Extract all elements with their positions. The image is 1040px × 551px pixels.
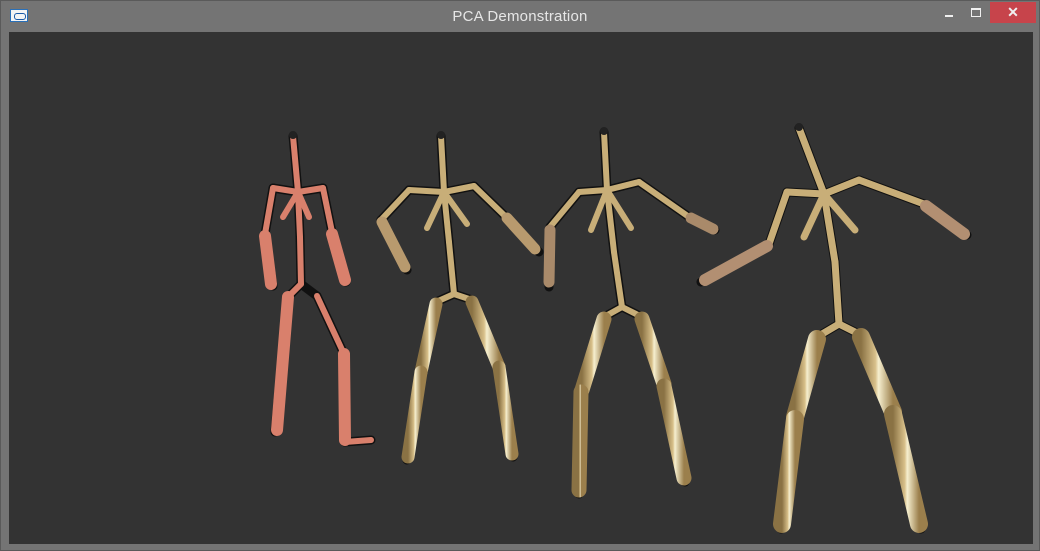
skeleton-scene bbox=[259, 123, 972, 534]
maximize-button[interactable] bbox=[963, 2, 989, 23]
skeleton-figure-2 bbox=[376, 131, 544, 465]
skeleton-figure-3 bbox=[543, 127, 720, 499]
render-viewport[interactable] bbox=[9, 32, 1033, 544]
close-button[interactable]: ✕ bbox=[990, 2, 1036, 23]
close-icon: ✕ bbox=[1007, 4, 1019, 20]
skeleton-figure-4 bbox=[696, 123, 972, 534]
app-window: PCA Demonstration ✕ bbox=[0, 0, 1040, 551]
window-title: PCA Demonstration bbox=[452, 8, 588, 25]
skeleton-figure-1 bbox=[259, 131, 376, 447]
minimize-button[interactable] bbox=[936, 2, 962, 23]
title-bar[interactable]: PCA Demonstration ✕ bbox=[1, 1, 1039, 32]
